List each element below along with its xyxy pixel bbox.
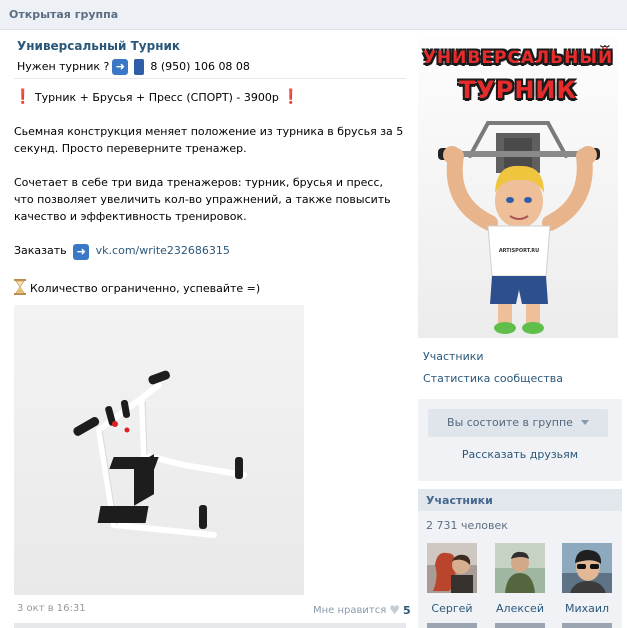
members-header[interactable]: Участники bbox=[418, 489, 622, 511]
phone-number: 8 (950) 106 08 08 bbox=[150, 59, 250, 73]
membership-box: Вы состоите в группе Рассказать друзьям bbox=[418, 399, 622, 481]
members-box: Участники 2 731 человек Сергей Алексей М… bbox=[418, 489, 622, 628]
mascot-illustration bbox=[438, 121, 600, 334]
membership-label: Вы состоите в группе bbox=[447, 416, 573, 429]
hourglass-icon bbox=[14, 279, 26, 295]
headline: ❗ Турник + Брусья + Пресс (СПОРТ) - 3900… bbox=[14, 89, 406, 106]
members-title: Участники bbox=[426, 494, 493, 507]
product-photo[interactable] bbox=[14, 305, 304, 595]
heart-icon: ♥ bbox=[389, 603, 401, 617]
like-label: Мне нравится bbox=[313, 604, 387, 616]
member-avatar-partial bbox=[495, 623, 545, 628]
headline-text: Турник + Брусья + Пресс (СПОРТ) - 3900р bbox=[31, 91, 283, 104]
section-title: Открытая группа bbox=[9, 8, 119, 21]
section-header: Открытая группа bbox=[0, 0, 627, 30]
next-post-edge bbox=[14, 623, 406, 628]
post-date[interactable]: 3 окт в 16:31 bbox=[17, 603, 86, 614]
avatar bbox=[562, 543, 612, 593]
exclamation-icon: ❗ bbox=[282, 89, 300, 105]
order-label: Заказать bbox=[14, 244, 67, 257]
paragraph-1: Сьемная конструкция меняет положение из … bbox=[14, 125, 404, 155]
member-avatar-partial bbox=[562, 623, 612, 628]
member-name: Алексей bbox=[496, 602, 544, 615]
sidebar: УНИВЕРСАЛЬНЫЙ ТУРНИК ARTISPORT.RU Участн… bbox=[415, 31, 627, 628]
avatar bbox=[495, 543, 545, 593]
members-count: 2 731 человек bbox=[426, 519, 508, 532]
like-count: 5 bbox=[403, 603, 411, 617]
avatar bbox=[427, 543, 477, 593]
member-name: Михаил bbox=[564, 602, 610, 615]
members-link[interactable]: Участники bbox=[423, 350, 484, 363]
member-avatar-partial bbox=[427, 623, 477, 628]
order-link[interactable]: vk.com/write232686315 bbox=[96, 244, 230, 257]
arrow-right-icon: ➜ bbox=[73, 244, 90, 260]
exclamation-icon: ❗ bbox=[14, 89, 32, 105]
member-item[interactable]: Михаил bbox=[562, 543, 612, 615]
post-body: ❗ Турник + Брусья + Пресс (СПОРТ) - 3900… bbox=[14, 89, 406, 297]
order-line: Заказать ➜ vk.com/write232686315 bbox=[14, 242, 406, 260]
tell-friends-link[interactable]: Рассказать друзьям bbox=[418, 448, 622, 461]
group-avatar[interactable]: УНИВЕРСАЛЬНЫЙ ТУРНИК ARTISPORT.RU bbox=[418, 38, 618, 338]
group-name-link[interactable]: Универсальный Турник bbox=[17, 39, 250, 53]
like-button[interactable]: Мне нравится ♥ 5 bbox=[313, 603, 411, 617]
banner-shirt-text: ARTISPORT.RU bbox=[498, 248, 540, 254]
limited-line: Количество ограниченно, успевайте =) bbox=[14, 276, 406, 297]
post-subtitle: Нужен турник ? ➜ 8 (950) 106 08 08 bbox=[17, 58, 250, 75]
post: Универсальный Турник Нужен турник ? ➜ 8 … bbox=[0, 31, 414, 628]
limited-text: Количество ограниченно, успевайте =) bbox=[30, 282, 261, 295]
member-item[interactable]: Сергей bbox=[427, 543, 477, 615]
post-header: Универсальный Турник Нужен турник ? ➜ 8 … bbox=[17, 39, 250, 75]
member-name: Сергей bbox=[431, 602, 473, 615]
arrow-right-icon: ➜ bbox=[112, 59, 129, 75]
membership-dropdown[interactable]: Вы состоите в группе bbox=[428, 409, 608, 437]
phone-icon bbox=[134, 59, 145, 75]
paragraph-2: Сочетает в себе три вида тренажеров: тур… bbox=[14, 176, 391, 223]
member-item[interactable]: Алексей bbox=[495, 543, 545, 615]
stats-link[interactable]: Статистика сообщества bbox=[423, 372, 563, 385]
divider bbox=[14, 78, 406, 79]
chevron-down-icon bbox=[580, 420, 589, 425]
subtitle-text: Нужен турник ? bbox=[17, 59, 110, 73]
